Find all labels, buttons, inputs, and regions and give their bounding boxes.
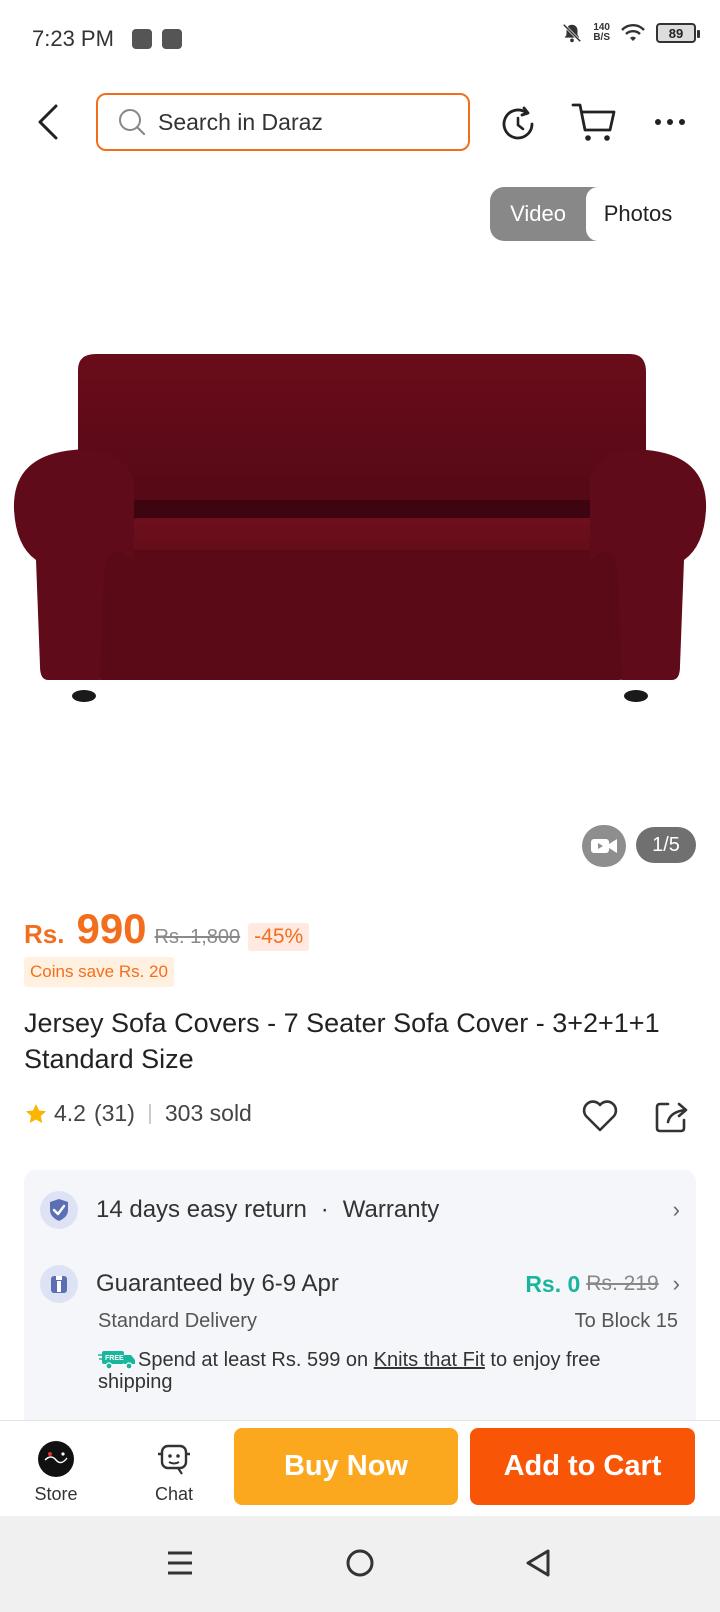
store-link[interactable]: Knits that Fit [374,1349,485,1371]
buy-now-button[interactable]: Buy Now [234,1428,458,1505]
original-price: Rs. 1,800 [154,926,241,948]
net-speed: 140 B/S [593,23,610,43]
mute-bell-icon [563,23,582,43]
home-nav-icon[interactable] [345,1548,375,1578]
promo-prefix: Spend at least Rs. 599 on [138,1349,374,1371]
notification-icon [162,29,182,49]
delivery-guarantee: Guaranteed by 6-9 Apr [96,1270,339,1297]
shipping-fee: Rs. 0 [525,1270,581,1297]
net-speed-unit: B/S [593,32,610,43]
image-page-indicator: 1/5 [636,827,696,863]
chevron-right-icon: › [672,1271,680,1296]
battery-level: 89 [668,25,684,41]
warranty-label: Warranty [342,1196,440,1223]
sold-count: 303 sold [164,1100,252,1126]
return-warranty-row[interactable]: 14 days easy return · Warranty › [40,1190,680,1230]
cart-button[interactable] [570,100,618,144]
wishlist-button[interactable] [580,1096,620,1136]
shield-check-icon [40,1191,78,1229]
notification-icon [132,29,152,49]
star-icon [26,1103,46,1123]
tab-photos[interactable]: Photos [586,187,690,241]
free-truck-icon: FREE [98,1351,135,1370]
system-nav-bar [0,1516,720,1612]
free-badge-text: FREE [105,1355,124,1362]
wifi-icon [621,24,645,41]
back-button[interactable] [30,100,70,144]
coins-badge[interactable]: Coins save Rs. 20 [24,957,174,987]
more-icon [655,119,685,125]
product-title: Jersey Sofa Covers - 7 Seater Sofa Cover… [24,1008,660,1074]
video-camera-icon [591,839,617,853]
share-button[interactable] [654,1098,690,1134]
chat-button[interactable]: Chat [138,1440,210,1510]
product-image[interactable] [0,330,720,730]
store-button[interactable]: Store [20,1440,92,1510]
chat-icon [158,1444,190,1475]
cart-icon [571,103,616,141]
separator-dot: · [320,1196,329,1223]
heart-icon [582,1100,618,1132]
price-row: Rs. 990 Rs. 1,800 -45% [24,905,310,953]
divider [148,1103,151,1124]
back-nav-icon[interactable] [524,1548,552,1578]
delivery-type: Standard Delivery [98,1310,257,1332]
share-icon [655,1102,688,1133]
add-to-cart-button[interactable]: Add to Cart [470,1428,695,1505]
free-shipping-promo: FREE Spend at least Rs. 599 on Knits tha… [98,1349,668,1393]
current-price: 990 [76,905,147,952]
delivery-icon [40,1265,78,1303]
search-input[interactable]: Search in Daraz [96,93,470,151]
discount-badge: -45% [248,923,310,951]
shipping-original-fee: Rs. 219 [586,1272,659,1295]
store-logo-icon [38,1441,74,1477]
delivery-row[interactable]: Guaranteed by 6-9 Apr Rs. 0 Rs. 219 › [40,1264,680,1304]
store-label: Store [34,1484,78,1504]
review-count: (31) [93,1100,135,1126]
status-icons: 140 B/S 89 [561,22,700,44]
search-placeholder: Search in Daraz [158,108,323,135]
delivery-destination: To Block 15 [574,1310,678,1332]
menu-nav-icon[interactable] [166,1548,194,1578]
currency-label: Rs. [24,919,65,949]
refresh-button[interactable] [496,102,540,146]
play-video-button[interactable] [582,825,626,867]
more-options-button[interactable] [650,110,690,134]
chevron-right-icon: › [672,1197,680,1222]
rating-row[interactable]: 4.2 (31) 303 sold [24,1100,252,1127]
return-label: 14 days easy return [96,1196,307,1223]
status-time: 7:23 PM [32,26,114,51]
back-arrow-icon [38,104,58,140]
chat-label: Chat [154,1484,194,1504]
rating-value: 4.2 [54,1100,86,1126]
tab-video[interactable]: Video [490,187,586,241]
media-toggle: Video Photos [490,187,690,241]
refresh-icon [502,106,534,140]
battery-icon: 89 [656,23,700,43]
search-icon [119,109,146,136]
